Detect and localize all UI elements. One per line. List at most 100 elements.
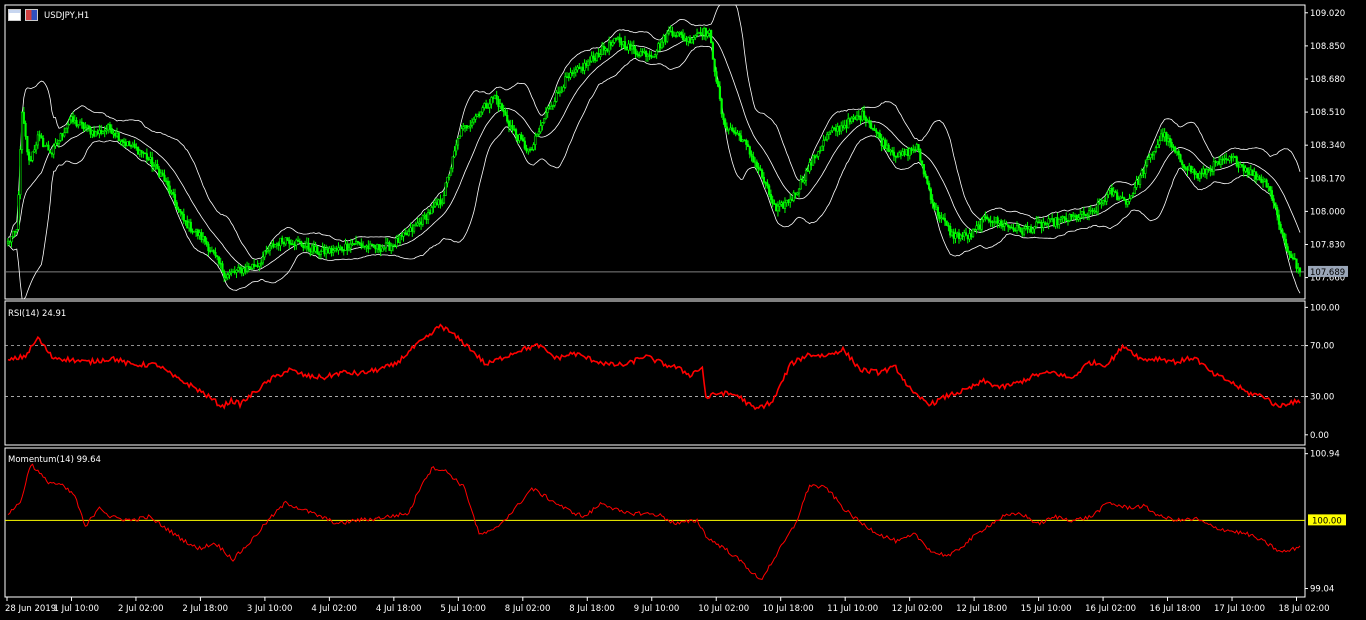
candle-body bbox=[186, 220, 189, 229]
candle-body bbox=[957, 232, 961, 240]
candle bbox=[1202, 165, 1205, 177]
candle-body bbox=[1207, 168, 1210, 171]
candle-body bbox=[458, 135, 461, 139]
candle bbox=[578, 63, 581, 70]
candle bbox=[986, 214, 989, 220]
candle bbox=[525, 144, 528, 154]
candle bbox=[230, 268, 233, 277]
candle-body bbox=[991, 221, 994, 224]
candle bbox=[31, 151, 34, 163]
candle bbox=[847, 113, 850, 129]
candle bbox=[217, 256, 221, 267]
candle bbox=[237, 264, 240, 272]
candle bbox=[987, 217, 990, 224]
candle-body bbox=[369, 243, 372, 250]
candle-body bbox=[340, 246, 344, 251]
candle bbox=[369, 240, 372, 250]
candle-body bbox=[869, 122, 873, 129]
candle-body bbox=[636, 53, 639, 56]
candle-body bbox=[418, 221, 421, 224]
candle-body bbox=[1082, 211, 1085, 215]
candle bbox=[558, 86, 562, 97]
x-tick-label: 8 Jul 18:00 bbox=[569, 604, 615, 614]
candle-body bbox=[303, 245, 307, 249]
candle-body bbox=[878, 133, 881, 139]
candle bbox=[998, 220, 1001, 228]
candle bbox=[945, 220, 948, 226]
candle-body bbox=[1256, 176, 1259, 180]
candle-body bbox=[952, 231, 955, 239]
candle bbox=[485, 99, 488, 109]
candle bbox=[221, 260, 224, 273]
candle-body bbox=[964, 232, 968, 236]
candle-body bbox=[1142, 170, 1145, 174]
candle-body bbox=[1008, 226, 1012, 229]
candle bbox=[768, 184, 771, 198]
candle bbox=[724, 117, 727, 129]
candle bbox=[82, 121, 85, 133]
candle-body bbox=[980, 219, 983, 230]
candle bbox=[513, 125, 516, 132]
x-tick-label: 12 Jul 18:00 bbox=[956, 604, 1007, 614]
candle bbox=[1242, 163, 1245, 177]
candle bbox=[964, 227, 968, 236]
candle-body bbox=[518, 134, 521, 141]
candle-body bbox=[442, 195, 446, 204]
candle bbox=[1226, 158, 1230, 161]
chart-canvas[interactable]: 109.020 108.850 108.680 108.510 108.340 108.1… bbox=[0, 0, 1366, 620]
candle bbox=[780, 200, 783, 207]
candle-body bbox=[711, 42, 714, 60]
candle bbox=[1253, 167, 1256, 182]
candle-body bbox=[75, 120, 78, 127]
candle bbox=[1075, 214, 1078, 223]
x-tick-label: 15 Jul 10:00 bbox=[1021, 604, 1072, 614]
candle bbox=[1267, 183, 1270, 192]
candle bbox=[680, 30, 683, 39]
candle-body bbox=[877, 132, 880, 134]
candle-body bbox=[588, 60, 591, 63]
candle-body bbox=[133, 143, 136, 148]
candle bbox=[35, 141, 38, 155]
candle bbox=[838, 125, 841, 136]
candle-body bbox=[553, 101, 556, 106]
candle-body bbox=[725, 126, 729, 131]
candle-body bbox=[6, 240, 10, 244]
candle-body bbox=[1135, 180, 1138, 188]
candle-body bbox=[521, 138, 525, 142]
candle bbox=[42, 135, 45, 148]
candle bbox=[660, 39, 664, 50]
candle bbox=[284, 237, 287, 247]
candle bbox=[407, 228, 410, 237]
candle bbox=[296, 236, 300, 242]
x-tick-label: 3 Jul 10:00 bbox=[247, 604, 293, 614]
candle-body bbox=[1024, 226, 1027, 230]
candle-body bbox=[490, 97, 493, 105]
y-axis-ticks: 109.020 108.850 108.680 108.510 108.340 108.1… bbox=[1305, 9, 1348, 594]
candle-body bbox=[27, 151, 31, 161]
candle bbox=[376, 243, 379, 253]
candle-body bbox=[93, 130, 96, 137]
candle-body bbox=[699, 32, 702, 35]
candle-body bbox=[989, 220, 992, 223]
candle bbox=[843, 119, 846, 130]
candle bbox=[1049, 218, 1052, 223]
candle bbox=[300, 240, 303, 248]
candle bbox=[1158, 135, 1161, 149]
candle bbox=[783, 197, 787, 214]
candle bbox=[571, 69, 574, 77]
candle bbox=[877, 131, 880, 139]
candle-body bbox=[43, 145, 47, 147]
candle bbox=[579, 66, 583, 73]
candle bbox=[170, 189, 173, 196]
candle-body bbox=[697, 32, 700, 35]
candle bbox=[741, 138, 744, 143]
candle-body bbox=[831, 127, 834, 132]
candle-body bbox=[664, 35, 667, 42]
candle bbox=[286, 237, 289, 242]
candle-body bbox=[625, 48, 628, 51]
candle-body bbox=[159, 172, 163, 177]
momentum-y-tick-label: 100.94 bbox=[1310, 450, 1340, 460]
candle bbox=[901, 147, 904, 157]
candle bbox=[748, 145, 751, 159]
candle-body bbox=[1063, 216, 1066, 219]
